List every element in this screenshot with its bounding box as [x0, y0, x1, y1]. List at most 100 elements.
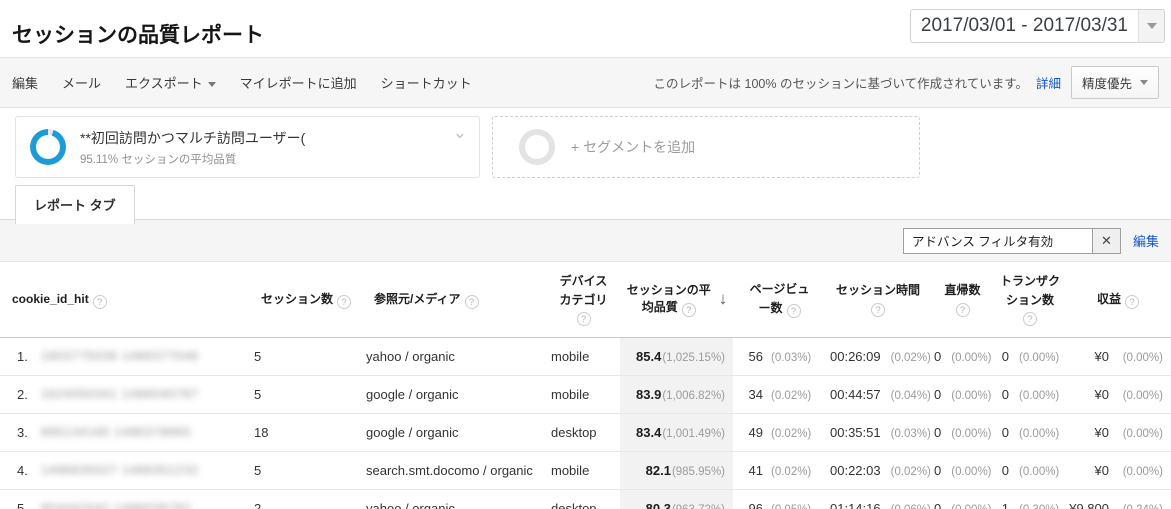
bounces-value: 0 — [934, 462, 942, 478]
add-segment-card[interactable]: + セグメントを追加 — [492, 116, 920, 178]
chevron-down-icon — [207, 82, 216, 88]
report-table: cookie_id_hit セッション数 参照元/メディア デバイス カテゴリ … — [0, 262, 1171, 509]
header-label: cookie_id_hit — [12, 291, 89, 306]
help-icon[interactable] — [464, 294, 479, 309]
quality-value: 80.3 — [645, 500, 671, 509]
help-icon[interactable] — [871, 303, 885, 318]
device-category-cell: mobile — [547, 451, 620, 490]
help-icon[interactable] — [92, 294, 107, 309]
cookie-id-blurred: 1803775036 1486377046 — [41, 349, 199, 363]
transactions-value: 0 — [1001, 462, 1009, 478]
row-index: 3. — [17, 424, 28, 440]
transactions-value: 0 — [1001, 424, 1009, 440]
header-label: 収益 — [1096, 291, 1121, 306]
precision-selector-button[interactable]: 精度優先 — [1070, 66, 1159, 99]
pageviews-value: 41 — [748, 462, 763, 478]
export-menu-item[interactable]: エクスポート — [125, 73, 216, 92]
bounces-cell: 0 (0.00%) — [930, 337, 995, 376]
revenue-value: ¥0 — [1094, 386, 1109, 402]
row-index: 5. — [17, 500, 28, 509]
bounces-cell: 0 (0.00%) — [930, 489, 995, 509]
notice-detail-link[interactable]: 詳細 — [1036, 73, 1061, 92]
col-header-sessions[interactable]: セッション数 — [250, 262, 362, 338]
active-segment-card[interactable]: **初回訪問かつマルチ訪問ユーザー( 95.11% セッションの平均品質 ⌄ — [15, 116, 480, 178]
revenue-value: ¥0 — [1094, 462, 1109, 478]
filter-edit-link[interactable]: 編集 — [1133, 231, 1159, 250]
table-row: 3. 895134165 1486378965 18 google / orga… — [0, 413, 1171, 452]
cookie-id-blurred: 895134165 1486378965 — [41, 425, 192, 439]
help-icon[interactable] — [1023, 312, 1037, 327]
tab-report[interactable]: レポート タブ — [15, 185, 135, 224]
pageviews-value: 96 — [748, 500, 763, 509]
col-header-device-category[interactable]: デバイス カテゴリ — [547, 262, 620, 338]
help-icon[interactable] — [576, 312, 591, 327]
pageviews-cell: 41 (0.02%) — [733, 451, 826, 490]
bounces-value: 0 — [934, 386, 942, 402]
help-icon[interactable] — [786, 304, 801, 319]
duration-percent: (0.02%) — [890, 465, 931, 478]
device-category-cell: mobile — [547, 375, 620, 414]
col-header-bounces[interactable]: 直帰数 — [930, 262, 995, 338]
row-index: 2. — [17, 386, 28, 402]
col-header-session-duration[interactable]: セッション時間 — [826, 262, 930, 338]
close-icon[interactable]: ✕ — [1091, 228, 1120, 253]
session-duration-cell: 01:14:16 (0.06%) — [826, 489, 931, 509]
sessions-cell: 18 — [250, 413, 362, 452]
segment-donut-placeholder-icon — [519, 129, 555, 165]
mail-menu-item[interactable]: メール — [62, 73, 101, 92]
help-icon[interactable] — [955, 303, 970, 318]
pageviews-percent: (0.03%) — [771, 351, 812, 364]
pageviews-cell: 34 (0.02%) — [733, 375, 826, 414]
add-to-dashboard-menu-item[interactable]: マイレポートに追加 — [240, 73, 357, 92]
pageviews-percent: (0.02%) — [771, 465, 812, 478]
chevron-down-icon[interactable]: ⌄ — [453, 123, 467, 143]
session-duration-cell: 00:22:03 (0.02%) — [826, 451, 931, 490]
col-header-transactions[interactable]: トランザクション数 — [995, 262, 1065, 338]
help-icon[interactable] — [1125, 294, 1139, 309]
shortcut-menu-item[interactable]: ショートカット — [381, 73, 472, 92]
precision-label: 精度優先 — [1081, 77, 1132, 91]
date-dropdown-zone[interactable] — [1138, 10, 1164, 42]
source-medium-cell: google / organic — [362, 375, 547, 414]
duration-value: 00:26:09 — [830, 348, 881, 364]
col-header-source-medium[interactable]: 参照元/メディア — [362, 262, 547, 338]
duration-value: 00:35:51 — [830, 424, 881, 440]
advanced-filter-box[interactable]: アドバンス フィルタ有効 ✕ — [902, 227, 1121, 254]
revenue-cell: ¥0 (0.00%) — [1065, 375, 1171, 414]
duration-value: 00:22:03 — [830, 462, 881, 478]
help-icon[interactable] — [681, 303, 696, 318]
table-row: 2. 1624050341 1486040787 5 google / orga… — [0, 375, 1171, 414]
transactions-percent: (0.00%) — [1019, 351, 1060, 364]
revenue-value: ¥9,800 — [1069, 500, 1109, 509]
help-icon[interactable] — [337, 294, 351, 309]
revenue-percent: (0.00%) — [1122, 389, 1163, 402]
quality-percent: (1,001.49%) — [662, 427, 725, 440]
col-header-revenue[interactable]: 収益 — [1065, 262, 1171, 338]
bounces-percent: (0.00%) — [951, 465, 992, 478]
cookie-id-blurred: 854442042 1486036792 — [41, 501, 192, 509]
revenue-value: ¥0 — [1094, 348, 1109, 364]
pageviews-cell: 96 (0.05%) — [733, 489, 826, 509]
source-medium-cell: search.smt.docomo / organic — [362, 451, 547, 490]
revenue-percent: (0.00%) — [1122, 351, 1163, 364]
transactions-percent: (0.30%) — [1019, 504, 1059, 509]
report-toolbar: 編集 メール エクスポート マイレポートに追加 ショートカット このレポートは … — [0, 58, 1171, 108]
transactions-cell: 0 (0.00%) — [995, 375, 1065, 414]
revenue-percent: (0.00%) — [1122, 465, 1163, 478]
date-range-value: 2017/03/01 - 2017/03/31 — [920, 15, 1128, 36]
pageviews-value: 56 — [748, 348, 763, 364]
cookie-id-blurred: 1624050341 1486040787 — [41, 387, 199, 401]
add-segment-label: + セグメントを追加 — [571, 139, 696, 155]
date-range-selector[interactable]: 2017/03/01 - 2017/03/31 — [909, 9, 1165, 43]
col-header-pageviews[interactable]: ページビュー数 — [733, 262, 826, 338]
edit-menu-item[interactable]: 編集 — [12, 73, 38, 92]
device-category-cell: mobile — [547, 337, 620, 376]
col-header-cookie-id-hit[interactable]: cookie_id_hit — [0, 262, 250, 338]
session-duration-cell: 00:44:57 (0.04%) — [826, 375, 931, 414]
session-duration-cell: 00:26:09 (0.02%) — [826, 337, 931, 376]
advanced-filter-value[interactable]: アドバンス フィルタ有効 — [904, 229, 1092, 253]
sort-desc-icon[interactable]: ↓ — [719, 289, 728, 309]
chevron-down-icon — [1146, 23, 1157, 29]
sessions-cell: 5 — [250, 337, 362, 376]
col-header-session-quality[interactable]: セッションの平均品質 ↓ — [620, 262, 733, 338]
